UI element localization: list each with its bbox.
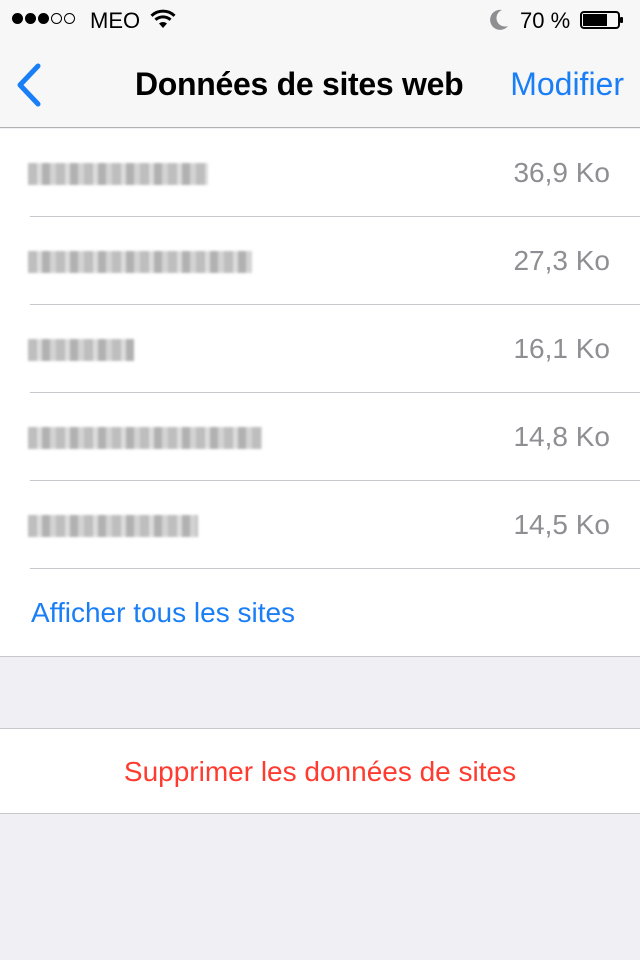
signal-dot [64, 13, 75, 24]
blurred-domain [28, 515, 198, 537]
page-title: Données de sites web [135, 66, 464, 102]
remove-website-data-button[interactable]: Supprimer les données de sites [0, 728, 640, 814]
edit-button[interactable]: Modifier [510, 66, 624, 103]
site-size: 14,8 Ko [513, 421, 610, 452]
blurred-domain [28, 251, 252, 273]
site-row[interactable]: 27,3 Ko [0, 217, 640, 305]
back-button[interactable] [14, 62, 48, 108]
divider [0, 656, 640, 657]
site-size: 16,1 Ko [513, 333, 610, 364]
battery-percentage: 70 % [520, 8, 571, 33]
site-row[interactable]: 36,9 Ko [0, 129, 640, 217]
signal-strength-icon [12, 13, 75, 24]
site-size: 36,9 Ko [513, 157, 610, 188]
wifi-icon [150, 9, 176, 28]
signal-dot [12, 13, 23, 24]
signal-dot [38, 13, 49, 24]
blurred-domain [28, 339, 134, 361]
website-data-list: 36,9 Ko 27,3 Ko 16,1 Ko 14,8 Ko 14,5 Ko … [0, 129, 640, 657]
chevron-left-icon [17, 63, 41, 107]
blurred-domain [28, 163, 208, 185]
site-row[interactable]: 14,5 Ko [0, 481, 640, 569]
signal-dot [51, 13, 62, 24]
carrier-name: MEO [90, 8, 141, 33]
signal-dot [25, 13, 36, 24]
site-row[interactable]: 14,8 Ko [0, 393, 640, 481]
navigation-bar: Données de sites web Modifier [0, 40, 640, 128]
status-bar: MEO 70 % [0, 0, 640, 40]
do-not-disturb-moon-icon [490, 9, 508, 30]
blurred-domain [28, 427, 262, 449]
show-all-sites-button[interactable]: Afficher tous les sites [0, 569, 640, 657]
site-size: 27,3 Ko [513, 245, 610, 276]
site-row[interactable]: 16,1 Ko [0, 305, 640, 393]
battery-icon [580, 11, 623, 29]
remove-website-data-label: Supprimer les données de sites [123, 756, 517, 787]
show-all-sites-label: Afficher tous les sites [31, 597, 296, 628]
site-size: 14,5 Ko [513, 509, 610, 540]
